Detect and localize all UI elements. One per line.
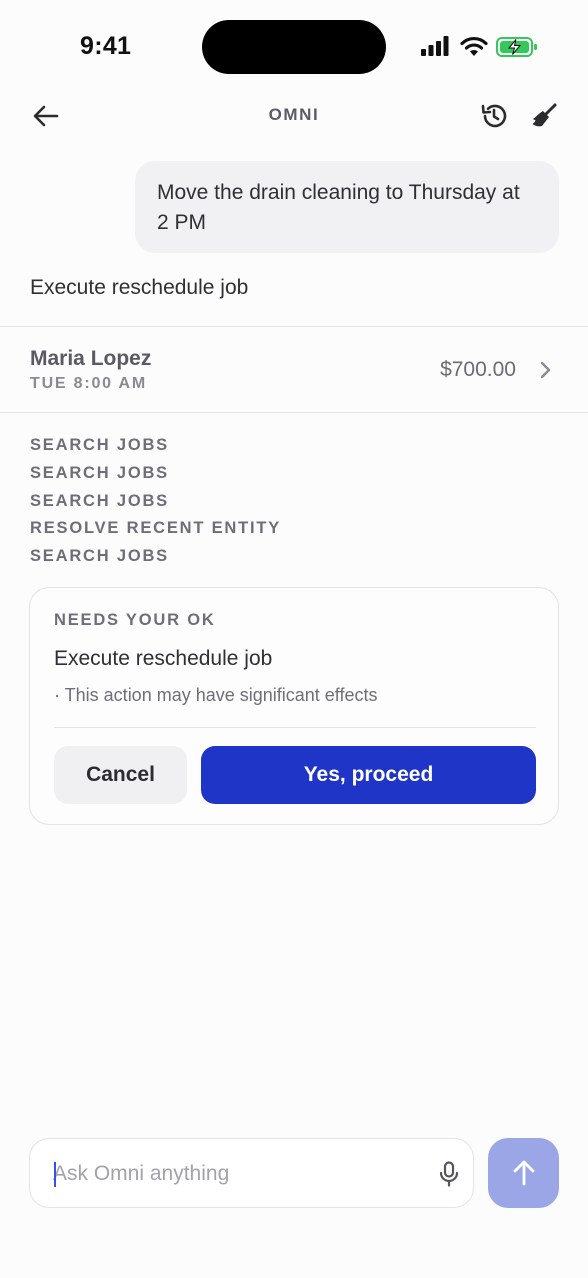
tool-step: SEARCH JOBS	[30, 463, 169, 482]
omni-screen: 9:41 OMNI Move the drain cleaning to Thu…	[0, 0, 588, 1278]
battery-charging-icon	[496, 37, 537, 57]
broom-icon	[532, 103, 557, 127]
cancel-button[interactable]: Cancel	[54, 746, 187, 804]
tool-step: RESOLVE RECENT ENTITY	[30, 519, 282, 538]
cellular-signal-icon	[421, 36, 449, 56]
job-amount: $700.00	[440, 358, 516, 381]
clear-chat-button[interactable]	[528, 100, 560, 132]
text-caret	[54, 1162, 56, 1187]
status-time: 9:41	[80, 32, 132, 60]
tool-steps-list: SEARCH JOBS SEARCH JOBS SEARCH JOBS RESO…	[30, 434, 281, 573]
job-customer-name: Maria Lopez	[30, 347, 152, 370]
divider	[54, 727, 536, 728]
tool-step: SEARCH JOBS	[30, 436, 169, 454]
confirmation-label: NEEDS YOUR OK	[54, 611, 216, 629]
composer	[29, 1138, 474, 1208]
microphone-icon	[439, 1161, 459, 1187]
proceed-button[interactable]: Yes, proceed	[201, 746, 536, 804]
confirmation-note: · This action may have significant effec…	[54, 685, 378, 705]
arrow-up-icon	[513, 1160, 534, 1186]
job-card[interactable]: Maria Lopez TUE 8:00 AM $700.00	[0, 326, 588, 413]
chevron-right-icon	[540, 361, 551, 379]
tool-step: SEARCH JOBS	[30, 491, 169, 510]
send-button[interactable]	[488, 1138, 559, 1208]
tool-step: SEARCH JOBS	[30, 547, 169, 566]
assistant-message: Execute reschedule job	[30, 276, 249, 299]
wifi-icon	[460, 36, 488, 56]
history-button[interactable]	[478, 100, 510, 132]
job-schedule: TUE 8:00 AM	[30, 375, 148, 392]
dynamic-island	[202, 20, 386, 74]
confirmation-card: NEEDS YOUR OK Execute reschedule job · T…	[29, 587, 559, 825]
microphone-button[interactable]	[434, 1159, 464, 1189]
user-message-bubble: Move the drain cleaning to Thursday at 2…	[135, 161, 559, 253]
history-icon	[481, 104, 507, 128]
message-input[interactable]	[53, 1159, 413, 1189]
confirmation-title: Execute reschedule job	[54, 647, 273, 670]
